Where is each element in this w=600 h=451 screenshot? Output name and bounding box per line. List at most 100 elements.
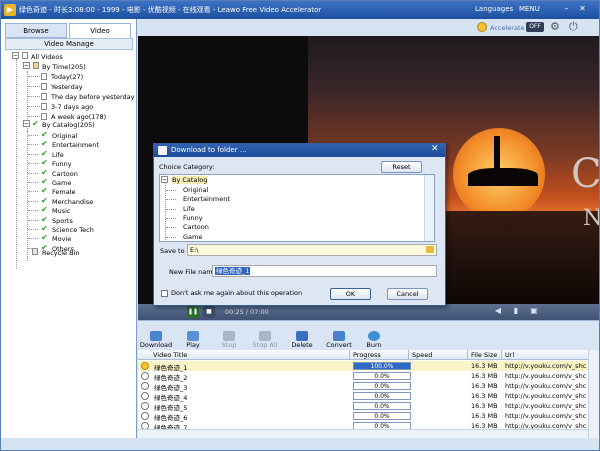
download-button[interactable]: Download — [136, 341, 176, 349]
pause-button[interactable]: ❚❚ — [187, 306, 199, 318]
category-item[interactable]: Entertainment — [183, 195, 230, 203]
table-row[interactable]: 绿色奇迹_1 100.0% 16.3 MB http://v.youku.com/v_… — [138, 361, 588, 372]
stop-button[interactable]: ■ — [203, 306, 215, 318]
category-item[interactable]: Original — [183, 186, 208, 194]
volume-icon[interactable]: ◀ — [493, 306, 503, 316]
dialog-title: Download to folder ... — [171, 146, 247, 154]
tree-catalog-item[interactable]: Sports — [52, 217, 73, 225]
list-vertical-scrollbar[interactable] — [588, 350, 599, 438]
category-tree-line — [165, 180, 166, 240]
expand-toggle[interactable]: − — [12, 52, 19, 59]
tree-catalog-item[interactable]: Music — [52, 207, 71, 215]
tree-time-3-7-days[interactable]: 3-7 days ago — [51, 103, 93, 111]
burn-icon — [368, 331, 380, 341]
calendar-icon — [33, 62, 39, 69]
col-url[interactable]: Url — [505, 351, 514, 359]
expand-toggle[interactable]: − — [161, 176, 168, 183]
progress-bar: 0.0% — [353, 372, 411, 380]
progress-bar: 0.0% — [353, 392, 411, 400]
expand-toggle[interactable]: − — [23, 62, 30, 69]
main-menu[interactable]: MENU — [519, 5, 540, 13]
tree-branch — [28, 219, 38, 221]
tree-time-yesterday[interactable]: Yesterday — [51, 83, 83, 91]
tree-branch — [28, 163, 38, 165]
col-progress[interactable]: Progress — [353, 351, 381, 359]
category-item[interactable]: Game — [183, 233, 202, 241]
burn-button[interactable]: Burn — [354, 341, 394, 349]
file-name-field[interactable]: 绿色奇迹_1 — [212, 265, 437, 277]
category-item[interactable]: Cartoon — [183, 223, 209, 231]
accelerate-toggle[interactable]: OFF — [526, 22, 544, 32]
tree-catalog-item[interactable]: Original — [52, 132, 77, 140]
folder-icon[interactable] — [426, 246, 434, 253]
dont-ask-checkbox[interactable] — [161, 290, 168, 297]
smiley-status-icon — [141, 362, 149, 370]
tree-catalog-item[interactable]: Merchandise — [52, 198, 93, 206]
table-row[interactable]: 绿色奇迹_4 0.0% 16.3 MB http://v.youku.com/v_sh… — [138, 391, 588, 402]
check-icon: ✔ — [41, 205, 48, 215]
close-button[interactable]: ✕ — [577, 4, 588, 15]
col-file-size[interactable]: File Size — [471, 351, 497, 359]
check-icon: ✔ — [41, 214, 48, 224]
save-to-field[interactable]: E:\ — [187, 244, 437, 256]
tree-branch — [28, 182, 38, 183]
expand-toggle[interactable]: − — [23, 120, 30, 127]
all-videos-icon — [22, 52, 28, 59]
col-speed[interactable]: Speed — [412, 351, 432, 359]
stop-all-button[interactable]: Stop All — [245, 341, 285, 349]
dialog-close-icon[interactable]: ✕ — [431, 144, 439, 154]
reset-button[interactable]: Reset — [381, 161, 422, 173]
tree-by-catalog[interactable]: By Catalog(205) — [42, 121, 95, 129]
volume-bars-icon[interactable]: ▮ — [511, 306, 521, 316]
table-row[interactable]: 绿色奇迹_2 0.0% 16.3 MB http://v.youku.com/v_sh… — [138, 371, 588, 382]
tree-by-time[interactable]: By Time(205) — [42, 63, 86, 71]
category-item[interactable]: Life — [183, 205, 195, 213]
category-item[interactable]: Funny — [183, 214, 203, 222]
check-icon: ✔ — [41, 224, 48, 233]
delete-button[interactable]: Delete — [282, 341, 322, 349]
tree-time-today[interactable]: Today(27) — [51, 73, 83, 81]
table-row[interactable]: 绿色奇迹_3 0.0% 16.3 MB http://v.youku.com/v_sh… — [138, 381, 588, 392]
tab-browse[interactable]: Browse — [5, 23, 67, 38]
tree-catalog-item[interactable]: Entertainment — [52, 141, 99, 149]
cancel-button[interactable]: Cancel — [387, 288, 428, 300]
tree-time-day-before[interactable]: The day before yesterday — [51, 93, 134, 101]
list-horizontal-scrollbar[interactable] — [138, 429, 588, 438]
stop-toolbar-button[interactable]: Stop — [209, 341, 249, 349]
tab-video[interactable]: Video — [69, 23, 131, 38]
tree-catalog-item[interactable]: Female — [52, 188, 76, 196]
minimize-button[interactable]: – — [561, 4, 572, 15]
category-scrollbar[interactable] — [424, 175, 434, 241]
col-sep — [501, 350, 502, 360]
tree-branch — [28, 96, 40, 97]
tree-catalog-item[interactable]: Funny — [52, 160, 72, 168]
table-row[interactable]: 绿色奇迹_5 0.0% 16.3 MB http://v.youku.com/v_sh… — [138, 401, 588, 412]
tree-catalog-item[interactable]: Movie — [52, 235, 71, 243]
languages-menu[interactable]: Languages — [475, 5, 513, 13]
tree-catalog-item[interactable]: Science Tech — [52, 226, 94, 234]
tree-catalog-item[interactable]: Game — [52, 179, 71, 187]
convert-button[interactable]: Convert — [319, 341, 359, 349]
gear-icon[interactable]: ⚙ — [550, 20, 560, 33]
stop-icon — [223, 331, 235, 341]
table-row[interactable]: 绿色奇迹_6 0.0% 16.3 MB http://v.youku.com/v_sh… — [138, 411, 588, 422]
dont-ask-label[interactable]: Don't ask me again about this operation — [171, 289, 302, 297]
fullscreen-icon[interactable]: ▣ — [529, 306, 539, 316]
power-icon[interactable]: ⏻ — [569, 20, 578, 34]
col-video-title[interactable]: Video Title — [153, 351, 187, 359]
file-name-value: 绿色奇迹_1 — [215, 267, 251, 275]
tree-line — [27, 131, 28, 261]
tree-branch — [28, 144, 38, 146]
check-icon: ✔ — [32, 119, 39, 128]
tree-catalog-item[interactable]: Others — [52, 245, 74, 253]
tree-catalog-item[interactable]: Life — [52, 151, 64, 159]
col-sep — [408, 350, 409, 360]
ok-button[interactable]: OK — [330, 288, 371, 300]
tree-time-week-ago[interactable]: A week ago(178) — [51, 113, 106, 121]
play-button[interactable]: Play — [173, 341, 213, 349]
tree-catalog-item[interactable]: Cartoon — [52, 170, 78, 178]
row-file-size: 16.3 MB — [471, 382, 498, 390]
tree-all-videos[interactable]: All Videos — [31, 53, 63, 61]
category-by-catalog[interactable]: By Catalog — [172, 176, 208, 184]
clock-status-icon — [141, 402, 149, 410]
